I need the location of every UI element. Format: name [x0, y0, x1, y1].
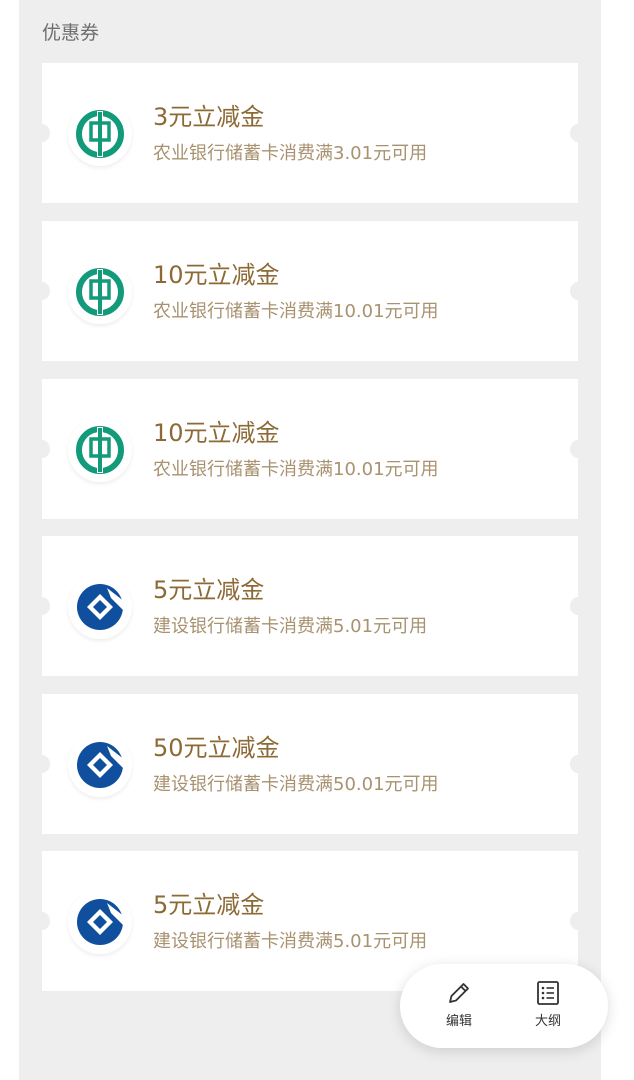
ccb-bank-logo-icon: [68, 733, 132, 797]
coupon-description: 农业银行储蓄卡消费满3.01元可用: [153, 143, 428, 164]
coupon-card[interactable]: 5元立减金 建设银行储蓄卡消费满5.01元可用: [34, 536, 586, 676]
abc-bank-logo-icon: [68, 102, 132, 166]
coupon-card[interactable]: 10元立减金 农业银行储蓄卡消费满10.01元可用: [34, 379, 586, 519]
coupon-description: 农业银行储蓄卡消费满10.01元可用: [153, 301, 439, 322]
ccb-bank-logo-icon: [68, 890, 132, 954]
coupon-description: 农业银行储蓄卡消费满10.01元可用: [153, 459, 439, 480]
coupon-title: 5元立减金: [153, 891, 265, 919]
coupon-description: 建设银行储蓄卡消费满50.01元可用: [153, 774, 439, 795]
abc-bank-logo-icon: [68, 418, 132, 482]
outline-label: 大纲: [534, 1014, 561, 1029]
coupon-description: 建设银行储蓄卡消费满5.01元可用: [153, 931, 428, 952]
coupon-panel: 优惠券 3元立减金 农业银行储蓄卡消费满3.01元可用 10元立减金 农业银行储…: [19, 0, 601, 1080]
floating-action-bar: 编辑 大纲: [400, 964, 608, 1048]
coupon-title: 10元立减金: [153, 261, 280, 289]
coupon-card[interactable]: 3元立减金 农业银行储蓄卡消费满3.01元可用: [34, 63, 586, 203]
edit-button[interactable]: 编辑: [429, 978, 489, 1038]
ccb-bank-logo-icon: [68, 575, 132, 639]
coupon-title: 10元立减金: [153, 419, 280, 447]
pencil-icon: [449, 983, 469, 1003]
coupon-description: 建设银行储蓄卡消费满5.01元可用: [153, 616, 428, 637]
coupon-card[interactable]: 10元立减金 农业银行储蓄卡消费满10.01元可用: [34, 221, 586, 361]
outline-list-icon: [537, 981, 559, 1005]
coupon-title: 5元立减金: [153, 576, 265, 604]
coupon-card[interactable]: 50元立减金 建设银行储蓄卡消费满50.01元可用: [34, 694, 586, 834]
coupon-title: 50元立减金: [153, 734, 280, 762]
edit-label: 编辑: [445, 1014, 472, 1029]
coupon-title: 3元立减金: [153, 103, 265, 131]
abc-bank-logo-icon: [68, 260, 132, 324]
section-title: 优惠券: [42, 22, 100, 44]
outline-button[interactable]: 大纲: [518, 978, 578, 1038]
